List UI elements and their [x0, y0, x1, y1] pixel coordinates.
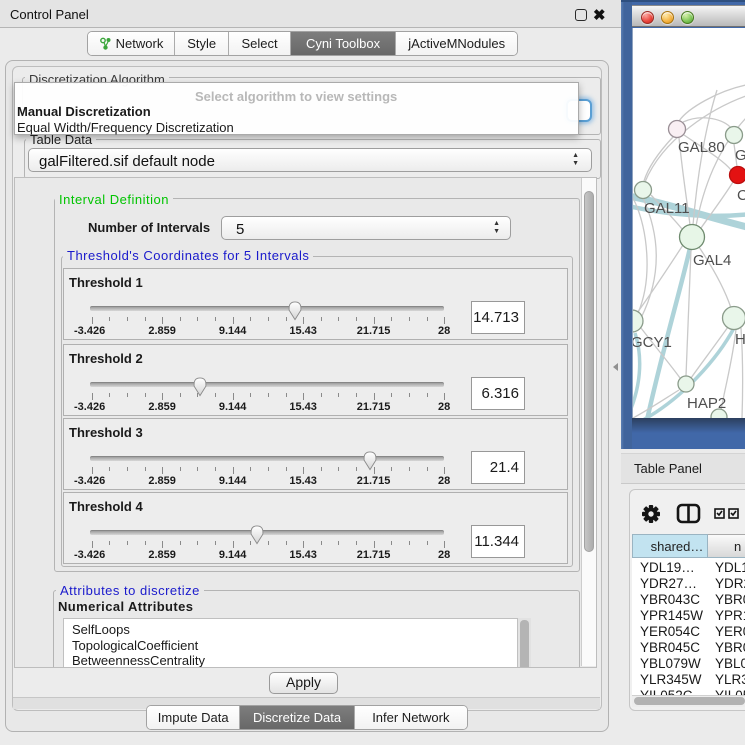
svg-text:H: H: [735, 331, 745, 348]
svg-text:GCY1: GCY1: [633, 334, 672, 351]
svg-text:GAL11: GAL11: [644, 200, 690, 217]
svg-text:GAL80: GAL80: [678, 139, 725, 156]
svg-text:GAL4: GAL4: [693, 252, 731, 269]
svg-text:HAP2: HAP2: [687, 395, 726, 412]
svg-text:G.: G.: [735, 147, 745, 164]
svg-text:C.: C.: [737, 187, 745, 204]
